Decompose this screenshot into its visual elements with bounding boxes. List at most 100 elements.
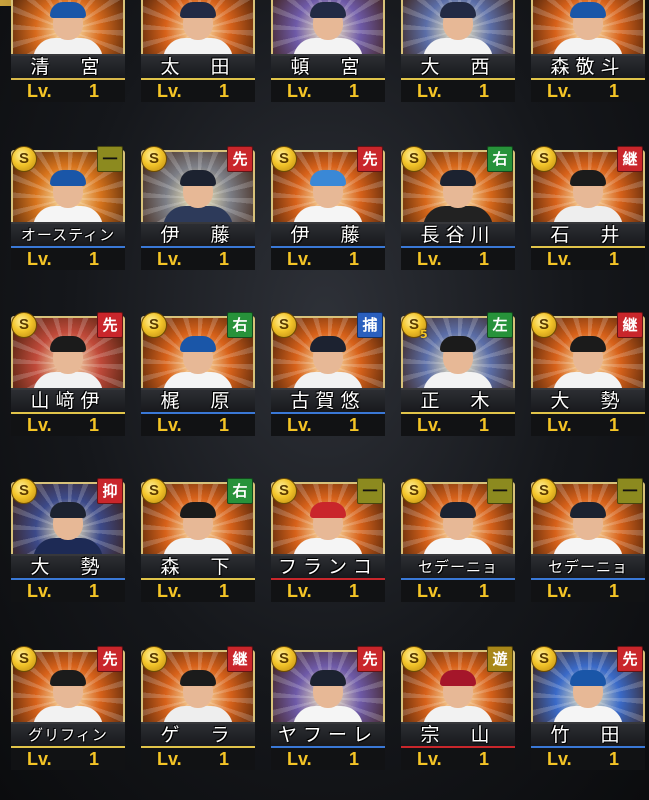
level-row: Lv. 1 [11,580,125,602]
position-badge: 一 [617,478,643,504]
level-row: Lv. 1 [531,748,645,770]
level-value: 1 [479,81,490,101]
player-card[interactable]: 森敬斗 Lv. 1 [528,0,645,102]
position-badge: 抑 [97,478,123,504]
position-badge: 右 [227,478,253,504]
coin-s-icon: S [401,646,427,672]
player-card[interactable]: 大 勢 Lv. 1S継 [528,312,645,436]
level-value: 1 [219,581,230,601]
player-card[interactable]: 正 木 Lv. 1S左5 [398,312,515,436]
player-card[interactable]: 伊 藤 Lv. 1S先 [138,146,255,270]
player-name: 伊 藤 [290,224,366,246]
level-row: Lv. 1 [401,80,515,102]
player-name: 太 田 [160,56,236,78]
level-label: Lv. [417,249,442,269]
player-card[interactable]: 頓 宮 Lv. 1 [268,0,385,102]
level-value: 1 [219,415,230,435]
position-badge: 左 [487,312,513,338]
player-card[interactable]: 石 井 Lv. 1S継 [528,146,645,270]
level-label: Lv. [287,749,312,769]
level-label: Lv. [157,749,182,769]
player-card[interactable]: 山﨑伊 Lv. 1S先 [8,312,125,436]
player-card[interactable]: セデーニョ Lv. 1 S 一 [528,478,645,602]
player-card[interactable]: 竹 田 Lv. 1S先 [528,646,645,770]
position-badge: 遊 [487,646,513,672]
player-card[interactable]: ゲ ラ Lv. 1 S 継 [138,646,255,770]
level-label: Lv. [547,581,572,601]
player-name: 正 木 [420,390,496,412]
position-badge: 捕 [357,312,383,338]
player-card[interactable]: オースティン Lv. 1 S 一 [8,146,125,270]
level-label: Lv. [417,749,442,769]
player-name: フランコ [277,556,378,578]
player-name: 森敬斗 [550,56,626,78]
coin-s-icon: S [531,478,557,504]
player-card[interactable]: ヤフーレ Lv. 1S先 [268,646,385,770]
level-value: 1 [609,81,620,101]
coin-s-icon: S [11,478,37,504]
level-row: Lv. 1 [401,580,515,602]
level-value: 1 [609,249,620,269]
position-badge: 一 [97,146,123,172]
coin-s-icon: S [141,312,167,338]
player-card[interactable]: 森 下 Lv. 1S右 [138,478,255,602]
level-value: 1 [89,415,100,435]
level-row: Lv. 1 [401,248,515,270]
player-name: 石 井 [550,224,626,246]
player-card[interactable]: 大 西 Lv. 1 [398,0,515,102]
level-row: Lv. 1 [271,248,385,270]
level-value: 1 [89,81,100,101]
level-value: 1 [219,249,230,269]
level-label: Lv. [27,749,52,769]
level-value: 1 [349,749,360,769]
coin-s-icon: S [401,478,427,504]
coin-s-icon: S [11,146,37,172]
level-row: Lv. 1 [11,248,125,270]
level-row: Lv. 1 [141,748,255,770]
player-card[interactable]: フランコ Lv. 1S一 [268,478,385,602]
coin-s-icon: S [401,146,427,172]
position-badge: 継 [227,646,253,672]
player-card[interactable]: 清 宮 Lv. 1 [8,0,125,102]
player-card[interactable]: 古賀悠 Lv. 1S捕 [268,312,385,436]
level-value: 1 [349,415,360,435]
coin-s-icon: S [11,312,37,338]
level-label: Lv. [417,581,442,601]
player-name: 梶 原 [160,390,236,412]
player-card[interactable]: 長谷川 Lv. 1 S 右 [398,146,515,270]
coin-s-icon: S [141,146,167,172]
player-name: 大 西 [420,56,496,78]
position-badge: 一 [487,478,513,504]
coin-s-icon: S [271,478,297,504]
player-name: ゲ ラ [160,724,236,746]
level-label: Lv. [547,249,572,269]
position-badge: 先 [357,646,383,672]
level-row: Lv. 1 [531,580,645,602]
level-value: 1 [349,81,360,101]
level-label: Lv. [27,415,52,435]
player-card[interactable]: 太 田 Lv. 1 [138,0,255,102]
player-name: 大 勢 [550,390,626,412]
level-label: Lv. [417,415,442,435]
coin-s-icon: S [531,312,557,338]
coin-s-icon: S [141,646,167,672]
player-name: セデーニョ [547,558,628,576]
level-label: Lv. [27,581,52,601]
position-badge: 先 [357,146,383,172]
position-badge: 一 [357,478,383,504]
level-value: 1 [479,415,490,435]
position-badge: 右 [487,146,513,172]
level-label: Lv. [27,249,52,269]
player-card[interactable]: 宗 山 Lv. 1S遊 [398,646,515,770]
player-card[interactable]: グリフィン Lv. 1 S 先 [8,646,125,770]
player-card[interactable]: 伊 藤 Lv. 1S先 [268,146,385,270]
player-name: 長谷川 [420,224,496,246]
player-card[interactable]: 梶 原 Lv. 1S右 [138,312,255,436]
player-card[interactable]: セデーニョ Lv. 1 S 一 [398,478,515,602]
level-row: Lv. 1 [141,414,255,436]
player-name: 宗 山 [420,724,496,746]
position-badge: 先 [97,312,123,338]
coin-s-icon: S [11,646,37,672]
level-label: Lv. [287,581,312,601]
player-card[interactable]: 大 勢 Lv. 1S抑 [8,478,125,602]
